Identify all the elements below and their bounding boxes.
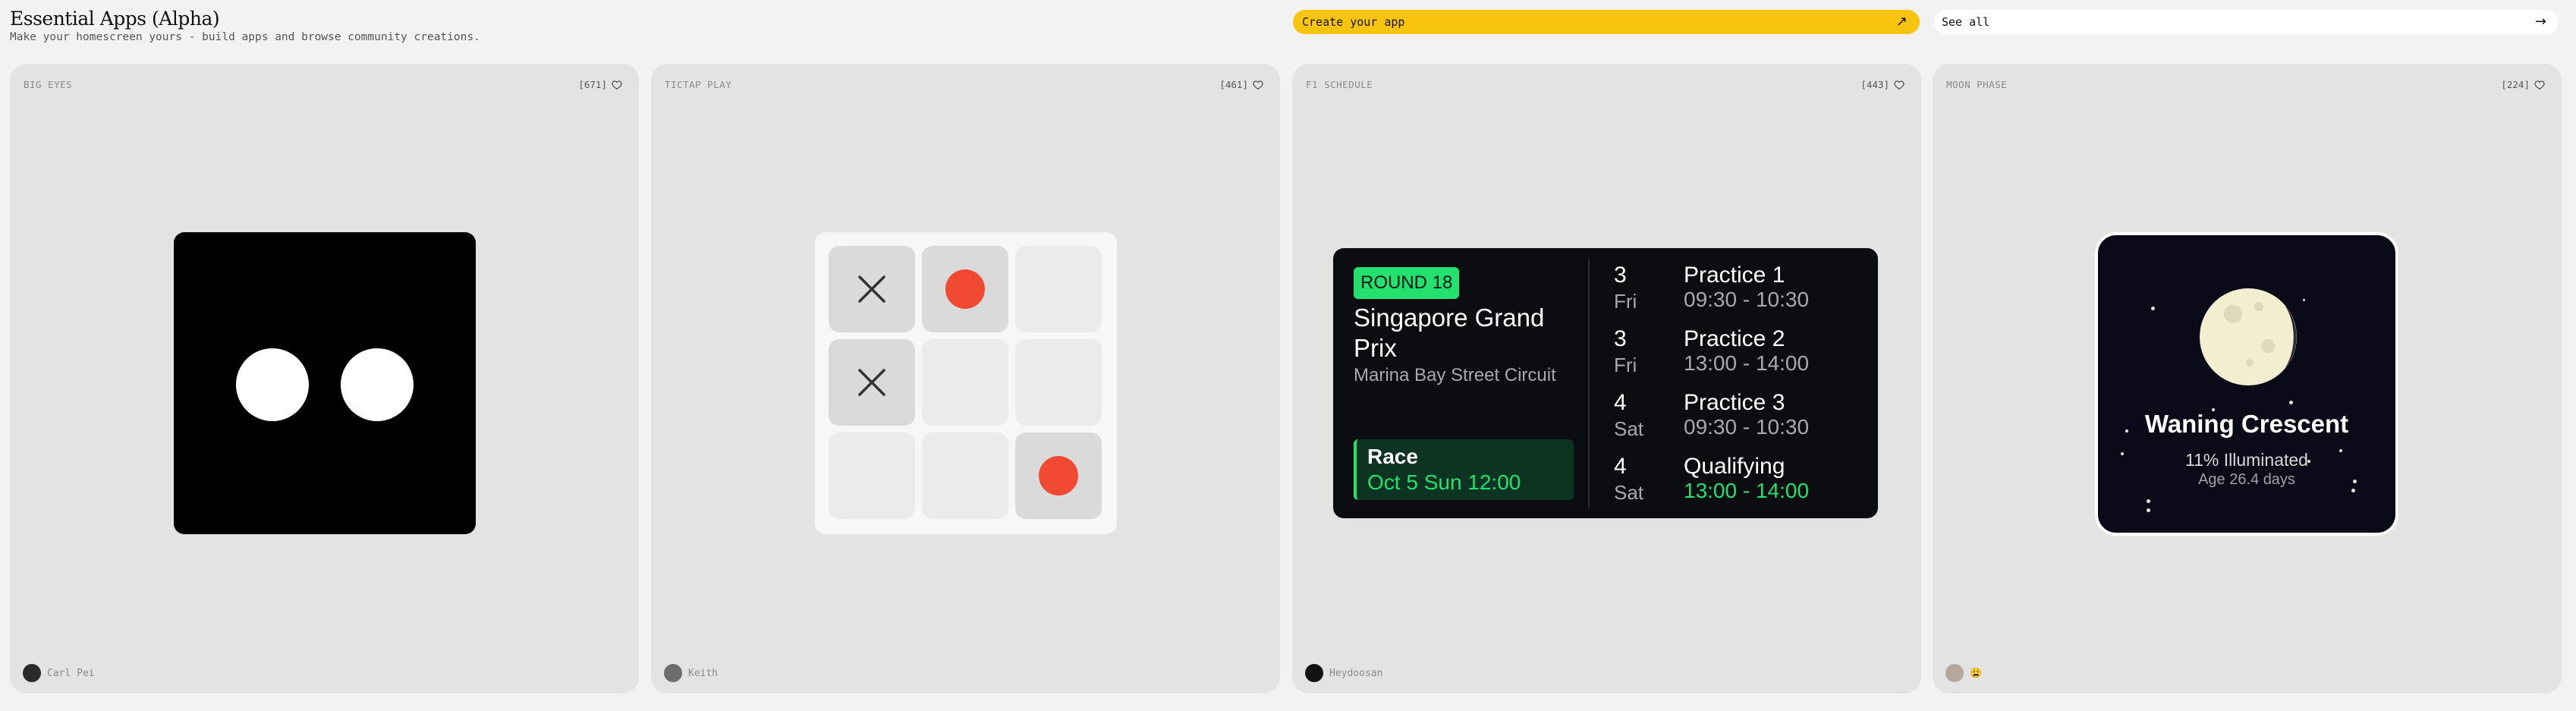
session-name: Practice 1 — [1684, 263, 1785, 288]
see-all-button[interactable]: See all → — [1934, 10, 2559, 34]
arrow-up-right-icon: ↗ — [1895, 14, 1908, 30]
author-name: Keith — [688, 667, 719, 679]
x-mark-icon — [858, 275, 885, 303]
like-button[interactable]: [443] — [1860, 79, 1904, 90]
session-day-name: Fri — [1614, 290, 1637, 313]
card-author[interactable]: Carl Pei — [23, 664, 95, 682]
race-time: Oct 5 Sun 12:00 — [1367, 470, 1521, 494]
session-time: 13:00 - 14:00 — [1684, 479, 1810, 502]
tictactoe-widget[interactable] — [815, 232, 1117, 534]
like-button[interactable]: [671] — [578, 79, 622, 90]
like-count: [671] — [578, 79, 607, 90]
right-eye — [341, 348, 414, 421]
session-day-name: Sat — [1614, 417, 1644, 440]
avatar — [1945, 664, 1964, 682]
board-cell[interactable] — [1015, 433, 1102, 519]
grand-prix-name: Singapore Grand Prix — [1354, 304, 1545, 362]
moon-phase-widget[interactable]: Waning Crescent 11% Illuminated Age 26.4… — [2095, 232, 2398, 536]
author-name: Heydoosan — [1329, 667, 1383, 679]
moon-icon — [2200, 288, 2297, 385]
board-cell[interactable] — [829, 433, 915, 519]
like-count: [224] — [2501, 79, 2530, 90]
board-cell[interactable] — [922, 246, 1008, 332]
avatar — [1305, 664, 1323, 682]
session-day-name: Sat — [1614, 481, 1644, 504]
heart-icon — [1894, 80, 1904, 90]
session-time: 13:00 - 14:00 — [1684, 351, 1810, 375]
page-header: Essential Apps (Alpha) Make your homescr… — [0, 0, 2576, 64]
like-button[interactable]: [461] — [1219, 79, 1263, 90]
moon-phase-name: Waning Crescent — [2144, 410, 2349, 438]
like-count: [461] — [1219, 79, 1248, 90]
author-name: 😩 — [1970, 667, 1983, 679]
circuit-name: Marina Bay Street Circuit — [1354, 365, 1556, 385]
moon-age: Age 26.4 days — [2198, 471, 2295, 488]
star — [2351, 489, 2355, 492]
like-button[interactable]: [224] — [2501, 79, 2545, 90]
board-cell[interactable] — [1015, 246, 1102, 332]
session-day-num: 4 — [1614, 390, 1627, 415]
create-app-button[interactable]: Create your app ↗ — [1293, 10, 1920, 34]
card-label: TICTAP PLAY — [665, 79, 732, 90]
session-name: Practice 2 — [1684, 326, 1785, 351]
board-cell[interactable] — [922, 433, 1008, 519]
race-box: Race Oct 5 Sun 12:00 — [1354, 439, 1574, 500]
app-card-tictap-play[interactable]: TICTAP PLAY [461] Keith — [651, 64, 1280, 694]
see-all-label: See all — [1942, 15, 1990, 29]
left-eye — [236, 348, 309, 421]
session-day-num: 4 — [1614, 454, 1627, 479]
card-author[interactable]: Keith — [664, 664, 718, 682]
heart-icon — [612, 80, 622, 90]
board-cell[interactable] — [1015, 339, 1102, 426]
page-subtitle: Make your homescreen yours - build apps … — [10, 31, 480, 43]
moon-illumination: 11% Illuminated — [2185, 450, 2308, 470]
create-app-label: Create your app — [1302, 15, 1405, 29]
star — [2147, 508, 2150, 512]
session-time: 09:30 - 10:30 — [1684, 288, 1810, 311]
board-cell[interactable] — [922, 339, 1008, 426]
arrow-right-icon: → — [2534, 14, 2546, 30]
session-row: 3 Fri Practice 1 09:30 - 10:30 — [1614, 262, 1864, 322]
divider — [1588, 259, 1590, 508]
star — [2151, 307, 2155, 310]
board-cell[interactable] — [829, 246, 915, 332]
author-name: Carl Pei — [47, 667, 95, 679]
session-name: Practice 3 — [1684, 390, 1785, 415]
f1-schedule-widget[interactable]: ROUND 18 Singapore Grand Prix Marina Bay… — [1333, 248, 1878, 518]
avatar — [664, 664, 682, 682]
race-label: Race — [1367, 445, 1418, 468]
session-row: 4 Sat Practice 3 09:30 - 10:30 — [1614, 389, 1864, 450]
session-day-num: 3 — [1614, 263, 1627, 288]
heart-icon — [2534, 80, 2545, 90]
session-row: 3 Fri Practice 2 13:00 - 14:00 — [1614, 326, 1864, 386]
card-label: MOON PHASE — [1946, 79, 2008, 90]
star — [2289, 401, 2293, 404]
x-mark-icon — [858, 369, 885, 396]
app-card-big-eyes[interactable]: BIG EYES [671] Carl Pei — [10, 64, 639, 694]
card-label: F1 SCHEDULE — [1306, 79, 1373, 90]
big-eyes-widget[interactable] — [174, 232, 476, 534]
session-day-num: 3 — [1614, 326, 1627, 351]
session-row: 4 Sat Qualifying 13:00 - 14:00 — [1614, 453, 1864, 514]
round-badge: ROUND 18 — [1354, 267, 1460, 299]
card-author[interactable]: 😩 — [1945, 664, 1982, 682]
o-mark-icon — [1039, 456, 1078, 495]
heart-icon — [1253, 80, 1263, 90]
card-label: BIG EYES — [24, 79, 73, 90]
app-card-f1-schedule[interactable]: F1 SCHEDULE [443] ROUND 18 Singapore Gra… — [1292, 64, 1921, 694]
card-author[interactable]: Heydoosan — [1305, 664, 1382, 682]
board-cell[interactable] — [829, 339, 915, 426]
session-name: Qualifying — [1684, 454, 1785, 479]
like-count: [443] — [1860, 79, 1889, 90]
avatar — [23, 664, 41, 682]
page-title: Essential Apps (Alpha) — [10, 8, 220, 30]
session-time: 09:30 - 10:30 — [1684, 415, 1810, 439]
star — [2303, 299, 2305, 301]
o-mark-icon — [945, 269, 985, 309]
app-card-moon-phase[interactable]: MOON PHASE [224] Waning Crescent 11% Ill… — [1933, 64, 2562, 694]
star — [2147, 499, 2150, 503]
session-day-name: Fri — [1614, 354, 1637, 376]
